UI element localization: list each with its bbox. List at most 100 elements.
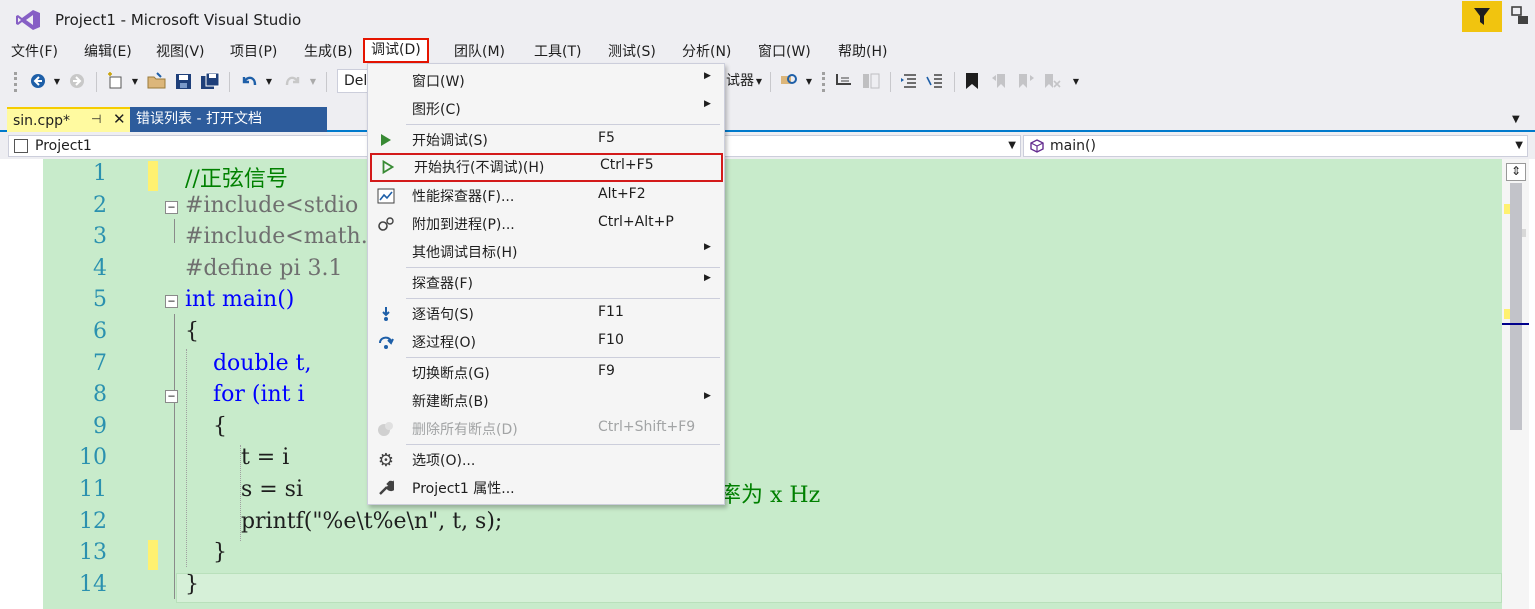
collapse-icon[interactable]: −: [165, 200, 178, 214]
line-number: 10: [79, 445, 107, 471]
menu-item-start-debugging[interactable]: 开始调试(S) F5: [368, 126, 724, 154]
code-line: 14 }: [43, 572, 1502, 604]
code-text: #include<stdio: [185, 192, 359, 218]
toolbar-overflow-icon[interactable]: ▼: [804, 71, 814, 91]
chevron-down-icon: ▼: [1515, 140, 1523, 151]
menu-item-shortcut: F11: [598, 304, 624, 320]
menu-test[interactable]: 测试(S): [604, 41, 660, 63]
member-combo[interactable]: main() ▼: [1023, 135, 1528, 157]
menu-item-delete-all-breakpoints[interactable]: 删除所有断点(D) Ctrl+Shift+F9: [368, 415, 724, 443]
menu-item-shortcut: F5: [598, 130, 615, 146]
menu-window[interactable]: 窗口(W): [754, 41, 815, 63]
menu-build[interactable]: 生成(B): [300, 41, 357, 63]
debugger-dropdown-icon[interactable]: ▼: [754, 71, 764, 91]
forward-icon[interactable]: [68, 71, 86, 91]
delete-breakpoints-icon: [376, 420, 396, 438]
menu-debug[interactable]: 调试(D): [363, 38, 429, 63]
tab-label: sin.cpp*: [13, 112, 70, 129]
change-marker: [148, 161, 158, 191]
editor-left-margin: [0, 159, 43, 609]
split-window-icon[interactable]: ⇕: [1506, 163, 1526, 181]
back-icon[interactable]: [28, 71, 48, 91]
tab-sin-cpp[interactable]: sin.cpp* ⊣ ✕: [7, 107, 130, 132]
clear-bookmarks-icon[interactable]: [1042, 71, 1062, 91]
change-map-marker: [1504, 204, 1510, 214]
menu-item-windows[interactable]: 窗口(W) ▶: [368, 67, 724, 95]
code-map-icon[interactable]: [860, 71, 882, 91]
menu-item-label: 探查器(F): [412, 276, 473, 292]
code-line: 11 s = si 率为 x Hz: [43, 477, 1502, 509]
toolbar-grip[interactable]: [822, 72, 825, 92]
code-text: {: [185, 413, 227, 439]
vertical-scrollbar[interactable]: ⇕: [1502, 159, 1529, 609]
scrollbar-thumb[interactable]: [1510, 183, 1522, 430]
toolbar-customize-icon[interactable]: ▼: [1070, 71, 1082, 91]
code-line: 12 printf("%e\t%e\n", t, s);: [43, 509, 1502, 541]
menu-separator: [406, 124, 720, 125]
collapse-icon[interactable]: −: [165, 390, 178, 404]
menu-team[interactable]: 团队(M): [450, 41, 509, 63]
menu-item-label: 切换断点(G): [412, 366, 490, 382]
menu-item-step-over[interactable]: 逐过程(O) F10: [368, 328, 724, 356]
menu-project[interactable]: 项目(P): [226, 41, 281, 63]
next-bookmark-icon[interactable]: [1016, 71, 1036, 91]
collapse-icon[interactable]: −: [165, 295, 178, 309]
bookmark-icon[interactable]: [962, 71, 982, 91]
new-project-icon[interactable]: [106, 71, 126, 91]
comment-lines-icon[interactable]: [898, 71, 920, 91]
menu-item-new-breakpoint[interactable]: 新建断点(B) ▶: [368, 387, 724, 415]
menu-item-start-without-debugging[interactable]: 开始执行(不调试)(H) Ctrl+F5: [370, 153, 723, 182]
visual-studio-logo-icon: [16, 10, 40, 30]
previous-bookmark-icon[interactable]: [990, 71, 1010, 91]
debugger-target-label[interactable]: 试器: [726, 70, 754, 92]
redo-icon[interactable]: [283, 71, 303, 91]
menu-item-shortcut: Ctrl+Alt+P: [598, 214, 674, 230]
redo-dropdown-icon[interactable]: ▼: [308, 71, 318, 91]
open-file-icon[interactable]: [146, 71, 168, 91]
toolbar-grip[interactable]: [14, 72, 17, 92]
menu-separator: [406, 298, 720, 299]
uncomment-lines-icon[interactable]: [924, 71, 946, 91]
code-line: 7 double t,: [43, 351, 1502, 383]
menu-item-options[interactable]: ⚙ 选项(O)...: [368, 446, 724, 474]
menu-item-graphics[interactable]: 图形(C) ▶: [368, 95, 724, 123]
solution-configuration-combo[interactable]: Del: [337, 69, 371, 93]
tab-error-list[interactable]: 错误列表 - 打开文档: [130, 107, 327, 132]
menu-item-shortcut: Ctrl+F5: [600, 157, 654, 173]
menu-item-other-debug-targets[interactable]: 其他调试目标(H) ▶: [368, 238, 724, 266]
menu-item-profiler[interactable]: 探查器(F) ▶: [368, 269, 724, 297]
menu-item-attach-to-process[interactable]: 附加到进程(P)... Ctrl+Alt+P: [368, 210, 724, 238]
notifications-button[interactable]: [1462, 1, 1502, 32]
menu-item-step-into[interactable]: 逐语句(S) F11: [368, 300, 724, 328]
play-outline-icon: [378, 158, 398, 176]
code-editor[interactable]: 1 //正弦信号 2 − #include<stdio 3 #include<m…: [0, 159, 1535, 609]
step-into-specific-icon[interactable]: [834, 71, 856, 91]
find-in-files-icon[interactable]: [778, 71, 800, 91]
project-scope-label: Project1: [35, 138, 92, 154]
menu-file[interactable]: 文件(F): [7, 41, 62, 63]
save-all-icon[interactable]: [199, 71, 221, 91]
menu-item-toggle-breakpoint[interactable]: 切换断点(G) F9: [368, 359, 724, 387]
menu-tools[interactable]: 工具(T): [530, 41, 585, 63]
menu-item-project-properties[interactable]: Project1 属性...: [368, 474, 724, 502]
tab-overflow-chevron-icon[interactable]: ▼: [1512, 114, 1520, 125]
pin-icon[interactable]: ⊣: [91, 112, 101, 126]
member-label: main(): [1050, 138, 1096, 154]
menu-bar: 文件(F) 编辑(E) 视图(V) 项目(P) 生成(B) 调试(D) 团队(M…: [0, 38, 1535, 64]
menu-item-performance-profiler[interactable]: 性能探查器(F)... Alt+F2: [368, 182, 724, 210]
save-icon[interactable]: [173, 71, 193, 91]
undo-dropdown-icon[interactable]: ▼: [264, 71, 274, 91]
submenu-arrow-icon: ▶: [704, 273, 711, 283]
code-text: //正弦信号: [185, 167, 288, 192]
new-dropdown-icon[interactable]: ▼: [130, 71, 140, 91]
menu-item-label: 开始调试(S): [412, 133, 488, 149]
menu-analyze[interactable]: 分析(N): [678, 41, 735, 63]
menu-item-label: 图形(C): [412, 102, 461, 118]
menu-edit[interactable]: 编辑(E): [80, 41, 136, 63]
close-icon[interactable]: ✕: [113, 110, 126, 128]
menu-help[interactable]: 帮助(H): [834, 41, 891, 63]
undo-icon[interactable]: [239, 71, 259, 91]
user-account-icon[interactable]: [1510, 6, 1530, 26]
menu-view[interactable]: 视图(V): [152, 41, 209, 63]
back-dropdown-icon[interactable]: ▼: [52, 71, 62, 91]
